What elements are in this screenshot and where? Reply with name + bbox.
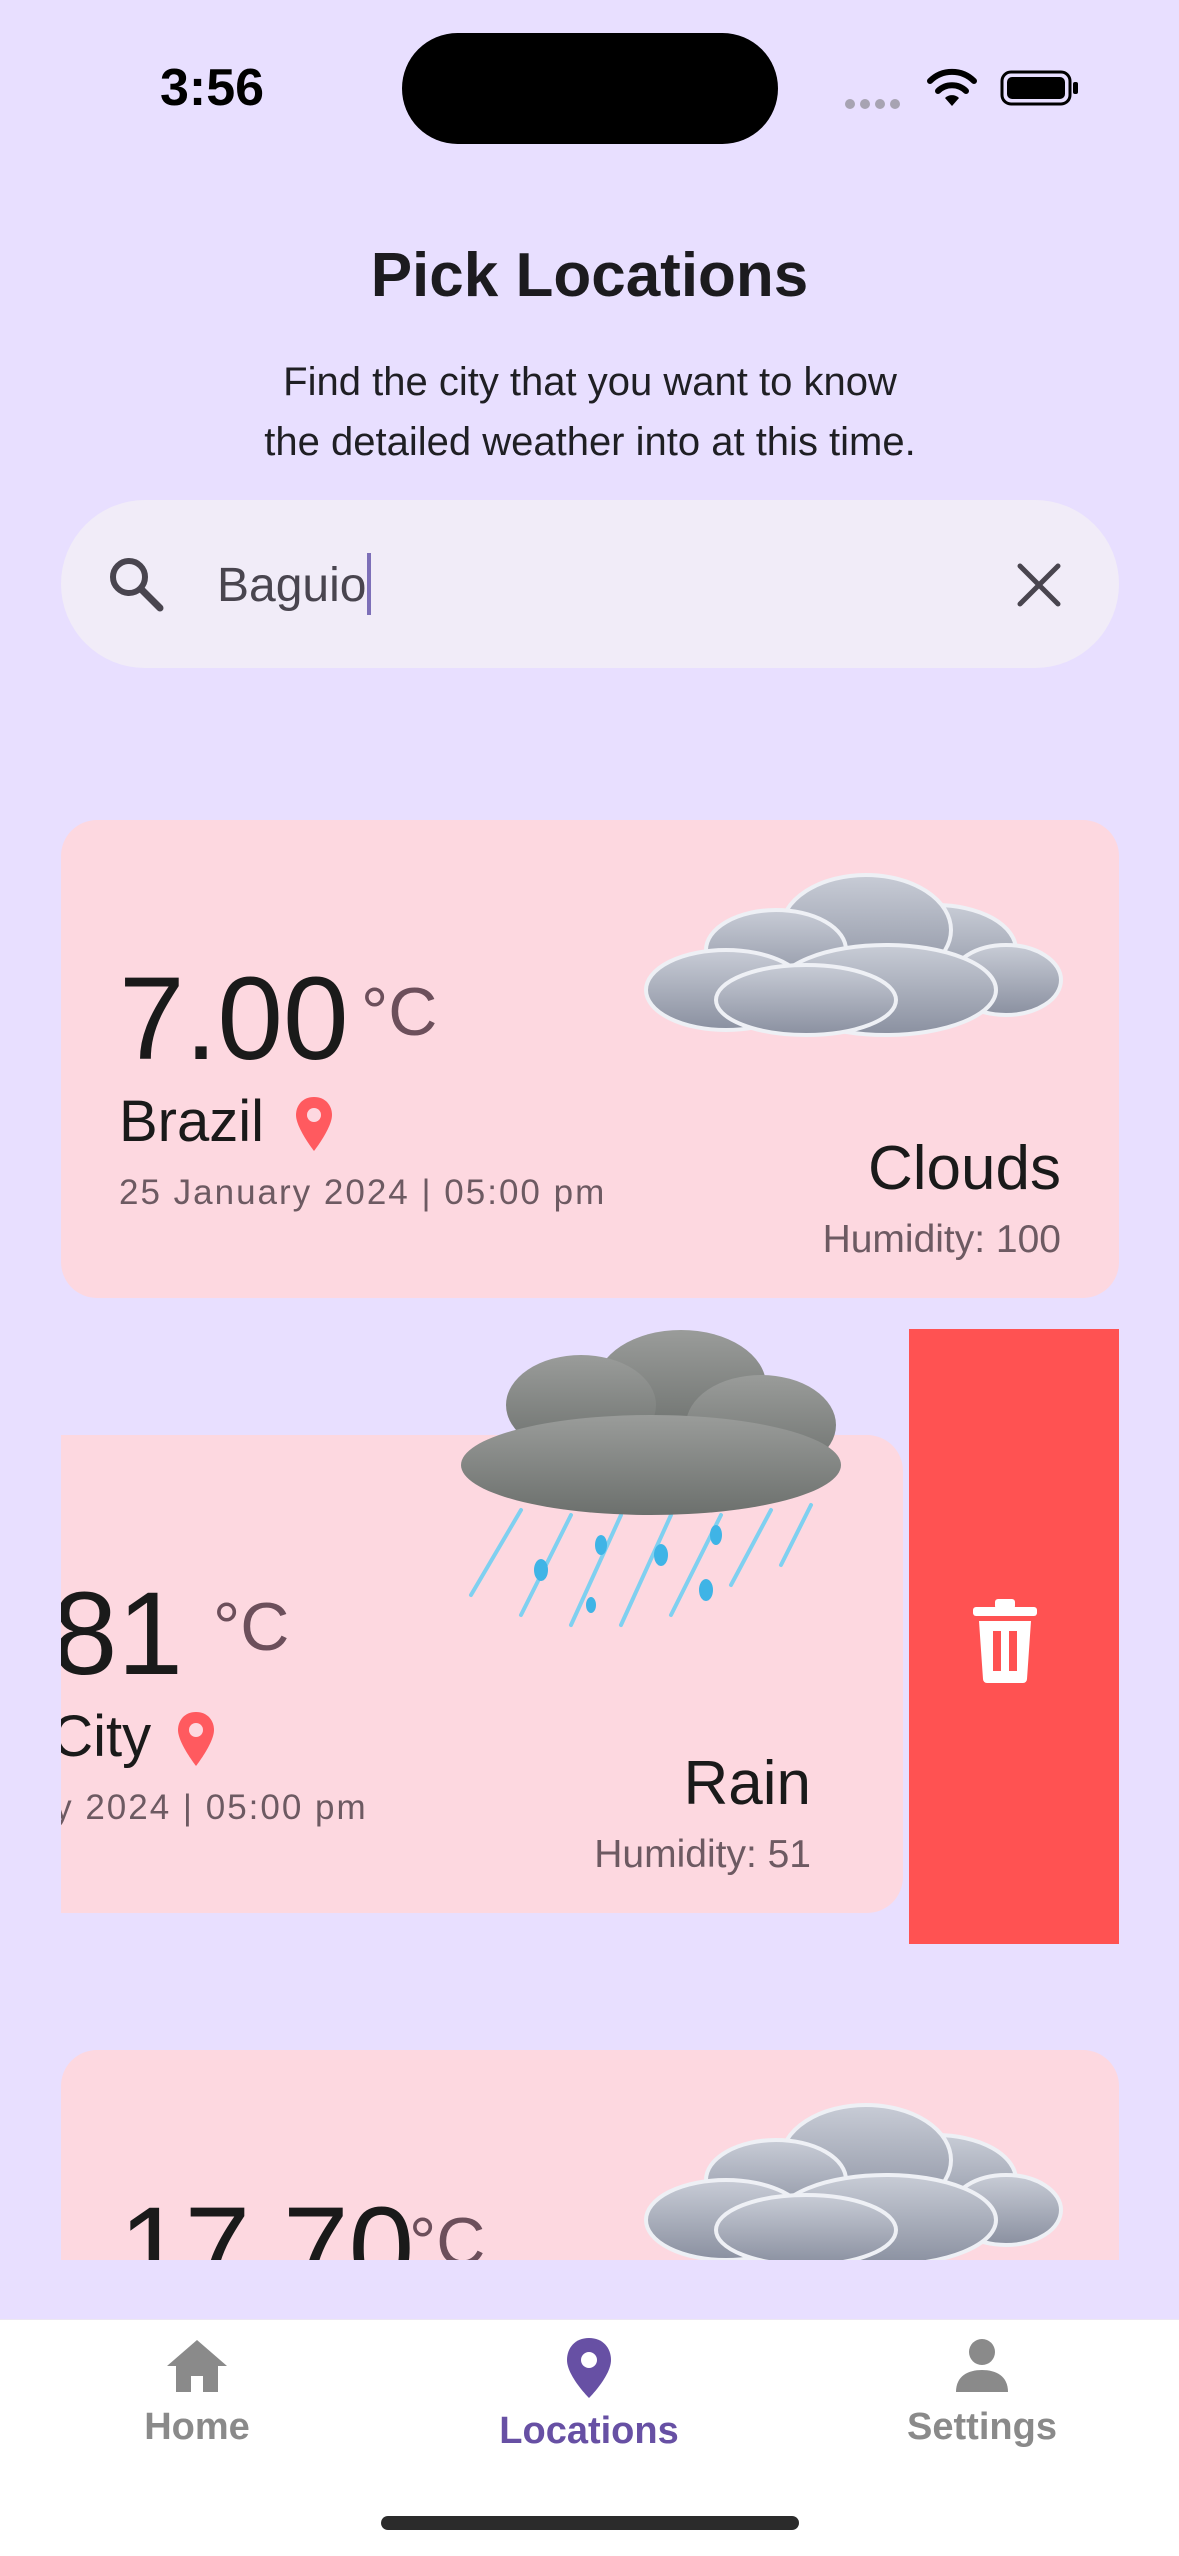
location-pin-icon (178, 1712, 214, 1766)
humidity: Humidity: 51 (594, 1833, 811, 1876)
page-title: Pick Locations (370, 241, 809, 310)
temperature-value: .81 (61, 1568, 184, 1700)
signal-dots-icon (845, 96, 905, 109)
subtitle-line-2: the detailed weather into at this time. (264, 420, 916, 464)
wifi-icon (927, 68, 977, 106)
nav-item-home[interactable]: Home (57, 2336, 337, 2449)
close-icon[interactable] (1010, 556, 1068, 614)
text-caret (367, 553, 371, 615)
nav-label-home: Home (144, 2406, 250, 2448)
humidity: Humidity: 100 (822, 1218, 1061, 1261)
temperature-value: 7.00 (119, 953, 349, 1085)
rain-cloud-icon (461, 1330, 841, 1627)
battery-icon (1000, 70, 1078, 106)
search-icon[interactable] (104, 552, 168, 616)
dynamic-island (402, 33, 778, 144)
city-name: Brazil (119, 1089, 265, 1154)
date-time: 25 January 2024 | 05:00 pm (119, 1173, 607, 1212)
person-icon (956, 2339, 1008, 2392)
location-pin-icon (567, 2338, 611, 2398)
nav-item-locations[interactable]: Locations (449, 2336, 729, 2453)
temperature-value: 17.70 (119, 2183, 415, 2260)
page-subtitle: Find the city that you want to know the … (190, 352, 990, 472)
location-card[interactable]: 17.70 °C (61, 2050, 1119, 2260)
nav-label-settings: Settings (907, 2406, 1057, 2448)
weather-condition: Rain (683, 1749, 811, 1818)
weather-condition: Clouds (868, 1134, 1061, 1203)
trash-icon[interactable] (971, 1599, 1039, 1683)
city-name: ı City (61, 1704, 152, 1769)
clouds-icon (644, 2103, 1063, 2260)
location-pin-icon (296, 1097, 332, 1151)
subtitle-line-1: Find the city that you want to know (283, 360, 897, 404)
search-input[interactable] (217, 550, 977, 620)
nav-item-settings[interactable]: Settings (842, 2336, 1122, 2449)
temperature-unit: °C (409, 2204, 486, 2260)
location-list[interactable]: 7.00 °C Brazil 25 January 2024 | 05:00 p… (61, 820, 1119, 2260)
home-indicator[interactable] (381, 2516, 799, 2530)
temperature-unit: °C (361, 974, 438, 1050)
delete-action[interactable] (909, 1329, 1119, 1944)
status-time: 3:56 (160, 59, 265, 117)
home-icon (167, 2340, 227, 2392)
date-time: ary 2024 | 05:00 pm (61, 1788, 368, 1827)
temperature-unit: °C (213, 1589, 290, 1665)
clouds-icon (644, 873, 1063, 1037)
location-card[interactable]: 7.00 °C Brazil 25 January 2024 | 05:00 p… (61, 820, 1119, 1298)
nav-label-locations: Locations (499, 2410, 679, 2452)
